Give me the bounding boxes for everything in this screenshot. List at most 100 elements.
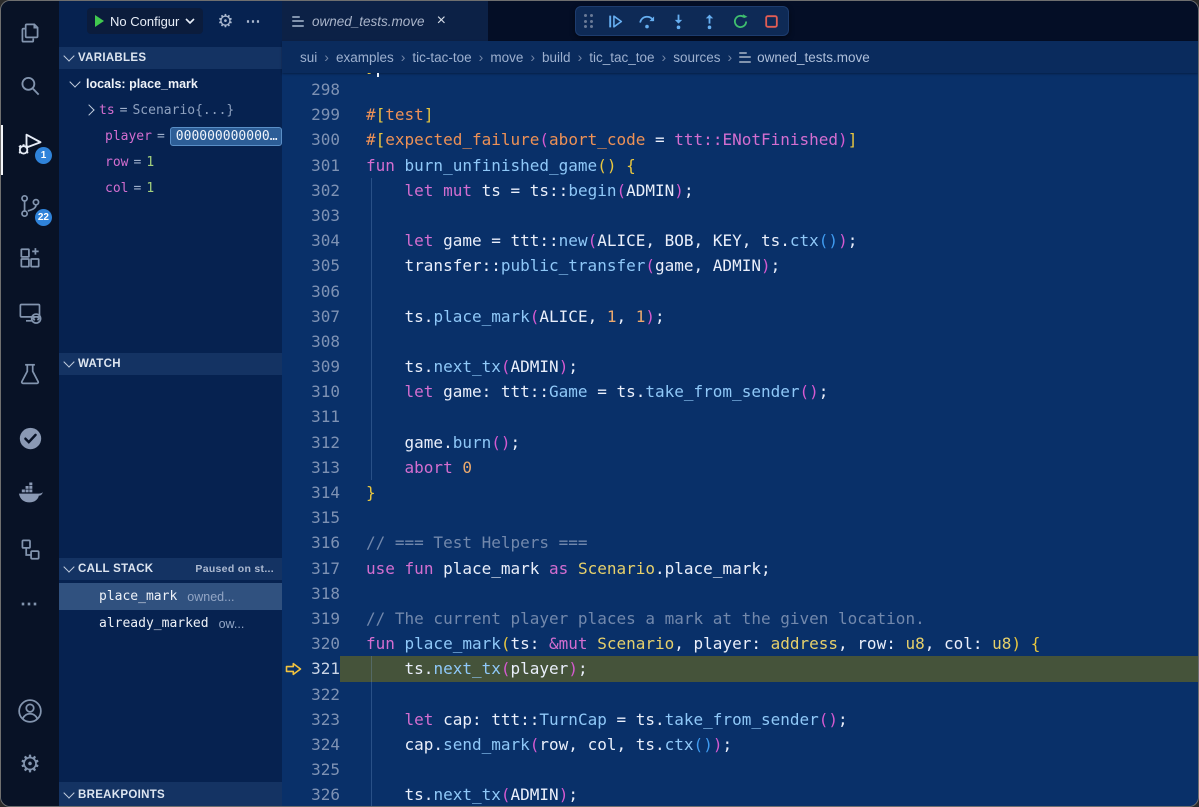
- paused-arrow-icon[interactable]: [282, 656, 306, 681]
- line-number[interactable]: 319: [306, 606, 340, 631]
- code-line-324[interactable]: 324 cap.send_mark(row, col, ts.ctx());: [282, 732, 1198, 757]
- call-stack-section-header[interactable]: CALL STACK Paused on st...: [59, 558, 282, 580]
- breadcrumb-item-tic-tac-toe[interactable]: tic-tac-toe: [412, 50, 471, 65]
- line-number[interactable]: 314: [306, 480, 340, 505]
- code-line-307[interactable]: 307 ts.place_mark(ALICE, 1, 1);: [282, 304, 1198, 329]
- line-number[interactable]: 318: [306, 581, 340, 606]
- search-icon[interactable]: [1, 60, 59, 112]
- line-number[interactable]: 305: [306, 253, 340, 278]
- debug-more-icon[interactable]: ⋯: [246, 12, 263, 30]
- code-line-326[interactable]: 326 ts.next_tx(ADMIN);: [282, 782, 1198, 807]
- variable-row-row[interactable]: row=1: [59, 149, 282, 175]
- code-line-313[interactable]: 313 abort 0: [282, 455, 1198, 480]
- close-icon[interactable]: ×: [437, 13, 446, 29]
- code-line-303[interactable]: 303: [282, 203, 1198, 228]
- gutter-margin[interactable]: [282, 606, 306, 631]
- line-number[interactable]: 298: [306, 77, 340, 102]
- gutter-margin[interactable]: [282, 102, 306, 127]
- gutter-margin[interactable]: [282, 430, 306, 455]
- more-actions-icon[interactable]: ⋯: [1, 578, 59, 630]
- code-line-314[interactable]: 314}: [282, 480, 1198, 505]
- line-number[interactable]: 313: [306, 455, 340, 480]
- variables-scope-row[interactable]: locals: place_mark: [59, 71, 282, 97]
- code-line-323[interactable]: 323 let cap: ttt::TurnCap = ts.take_from…: [282, 707, 1198, 732]
- gutter-margin[interactable]: [282, 581, 306, 606]
- code-line-309[interactable]: 309 ts.next_tx(ADMIN);: [282, 354, 1198, 379]
- check-circle-icon[interactable]: [1, 412, 59, 464]
- code-line-308[interactable]: 308: [282, 329, 1198, 354]
- docker-icon[interactable]: [1, 467, 59, 519]
- gutter-margin[interactable]: [282, 732, 306, 757]
- variable-value[interactable]: 000000000000…: [170, 127, 282, 146]
- breadcrumb-item-sui[interactable]: sui: [300, 50, 317, 65]
- line-number[interactable]: 322: [306, 682, 340, 707]
- watch-section-header[interactable]: WATCH: [59, 353, 282, 375]
- code-line-300[interactable]: 300#[expected_failure(abort_code = ttt::…: [282, 127, 1198, 152]
- remote-explorer-icon[interactable]: [1, 287, 59, 339]
- step-over-icon[interactable]: [638, 13, 656, 30]
- variable-row-player[interactable]: player=000000000000…: [59, 123, 282, 149]
- variable-value[interactable]: 1: [146, 181, 154, 196]
- line-number[interactable]: 320: [306, 631, 340, 656]
- gutter-margin[interactable]: [282, 631, 306, 656]
- code-line-301[interactable]: 301fun burn_unfinished_game() {: [282, 153, 1198, 178]
- line-number[interactable]: 315: [306, 505, 340, 530]
- gutter-margin[interactable]: [282, 530, 306, 555]
- line-number[interactable]: 317: [306, 556, 340, 581]
- code-line-304[interactable]: 304 let game = ttt::new(ALICE, BOB, KEY,…: [282, 228, 1198, 253]
- step-into-icon[interactable]: [670, 13, 687, 30]
- gutter-margin[interactable]: [282, 682, 306, 707]
- line-number[interactable]: 300: [306, 127, 340, 152]
- code-lines[interactable]: 298299#[test]300#[expected_failure(abort…: [282, 73, 1198, 807]
- line-number[interactable]: 304: [306, 228, 340, 253]
- gutter-margin[interactable]: [282, 329, 306, 354]
- gutter-margin[interactable]: [282, 253, 306, 278]
- gutter-margin[interactable]: [282, 228, 306, 253]
- gutter-margin[interactable]: [282, 379, 306, 404]
- launch-config-dropdown[interactable]: No Configur: [87, 8, 203, 34]
- continue-icon[interactable]: [607, 13, 624, 30]
- line-number[interactable]: 321: [306, 656, 340, 681]
- gutter-margin[interactable]: [282, 782, 306, 807]
- gutter-margin[interactable]: [282, 480, 306, 505]
- code-line-317[interactable]: 317use fun place_mark as Scenario.place_…: [282, 556, 1198, 581]
- debug-settings-gear-icon[interactable]: ⚙: [217, 12, 233, 30]
- tab-owned-tests[interactable]: owned_tests.move ×: [282, 1, 488, 41]
- variable-row-col[interactable]: col=1: [59, 175, 282, 201]
- hierarchy-icon[interactable]: [1, 523, 59, 575]
- line-number[interactable]: 316: [306, 530, 340, 555]
- settings-gear-icon[interactable]: ⚙: [1, 739, 59, 791]
- call-stack-frame-already_marked[interactable]: already_markedow...: [59, 610, 282, 637]
- line-number[interactable]: 324: [306, 732, 340, 757]
- variable-row-ts[interactable]: ts=Scenario{...}: [59, 97, 282, 123]
- line-number[interactable]: 310: [306, 379, 340, 404]
- gutter-margin[interactable]: [282, 455, 306, 480]
- extensions-icon[interactable]: [1, 233, 59, 285]
- gutter-margin[interactable]: [282, 203, 306, 228]
- source-control-icon[interactable]: 22: [1, 180, 59, 232]
- gutter-margin[interactable]: [282, 505, 306, 530]
- gutter-margin[interactable]: [282, 153, 306, 178]
- breadcrumb-item-build[interactable]: build: [542, 50, 571, 65]
- gutter-margin[interactable]: [282, 77, 306, 102]
- gutter-margin[interactable]: [282, 404, 306, 429]
- gutter-margin[interactable]: [282, 279, 306, 304]
- code-line-311[interactable]: 311: [282, 404, 1198, 429]
- toolbar-drag-handle[interactable]: [584, 14, 593, 28]
- code-line-315[interactable]: 315: [282, 505, 1198, 530]
- breadcrumb-item-examples[interactable]: examples: [336, 50, 394, 65]
- start-debug-icon[interactable]: [95, 15, 104, 27]
- line-number[interactable]: 299: [306, 102, 340, 127]
- line-number[interactable]: 302: [306, 178, 340, 203]
- code-line-312[interactable]: 312 game.burn();: [282, 430, 1198, 455]
- code-line-305[interactable]: 305 transfer::public_transfer(game, ADMI…: [282, 253, 1198, 278]
- breadcrumb-item-move[interactable]: move: [490, 50, 523, 65]
- code-line-321[interactable]: 321 ts.next_tx(player);: [282, 656, 1198, 681]
- breakpoints-section-header[interactable]: BREAKPOINTS: [59, 782, 282, 807]
- code-line-298[interactable]: 298: [282, 77, 1198, 102]
- line-number[interactable]: 301: [306, 153, 340, 178]
- line-number[interactable]: 323: [306, 707, 340, 732]
- gutter-margin[interactable]: [282, 304, 306, 329]
- code-line-299[interactable]: 299#[test]: [282, 102, 1198, 127]
- gutter-margin[interactable]: [282, 757, 306, 782]
